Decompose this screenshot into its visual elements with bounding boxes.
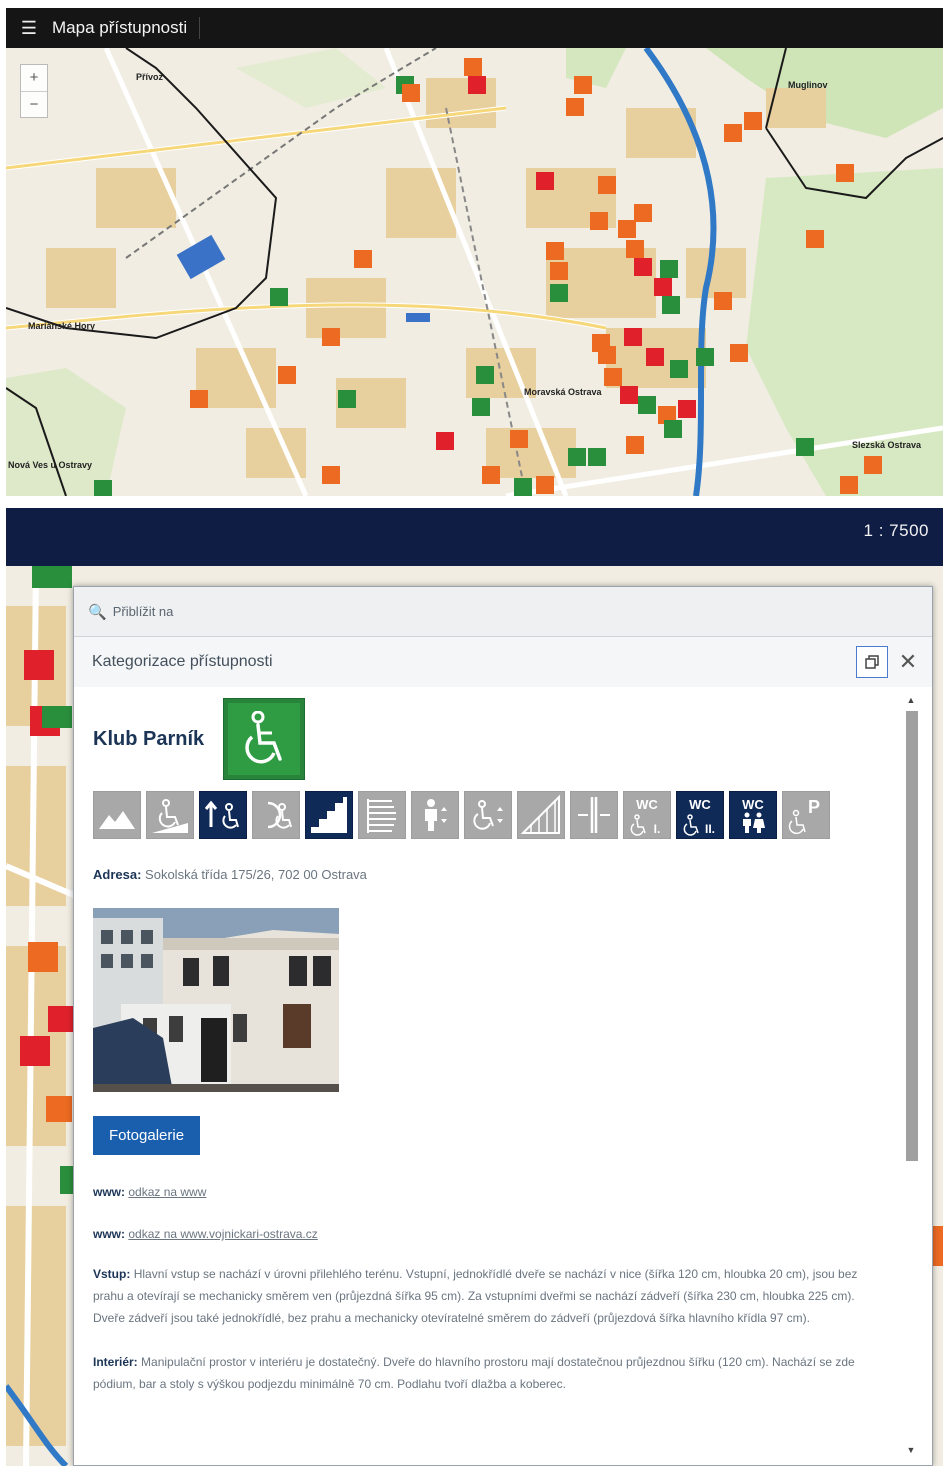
magnifier-icon: 🔍 xyxy=(88,603,107,621)
www-link-2[interactable]: odkaz na www.vojnickari-ostrava.cz xyxy=(128,1227,317,1241)
feature-popup: 🔍 Přiblížit na Kategorizace přístupnosti… xyxy=(73,586,933,1466)
popup-scrollbar[interactable]: ▲ ▼ xyxy=(904,695,918,1455)
place-name: Klub Parník xyxy=(93,727,205,750)
map-overview-screen: ☰ Mapa přístupnosti + − Přívoz Muglinov … xyxy=(6,8,943,496)
map-label: Slezská Ostrava xyxy=(852,440,922,450)
map-label: Moravská Ostrava xyxy=(524,387,603,397)
door-icon xyxy=(570,791,618,839)
entry-description: Vstup: Hlavní vstup se nachází v úrovni … xyxy=(93,1263,883,1329)
www-line-1: www: odkaz na www xyxy=(93,1185,894,1199)
accessibility-icons-row: WC I. WC II. WC P xyxy=(93,791,894,839)
zoom-to-link[interactable]: Přiblížit na xyxy=(113,604,174,619)
zoom-out-button[interactable]: − xyxy=(21,91,47,117)
wc-family-icon: WC xyxy=(729,791,777,839)
entrance-back-icon xyxy=(252,791,300,839)
zoom-in-button[interactable]: + xyxy=(21,65,47,91)
entry-text: Hlavní vstup se nachází v úrovni přilehl… xyxy=(93,1267,858,1325)
entry-label: Vstup: xyxy=(93,1267,131,1281)
entrance-up-icon xyxy=(199,791,247,839)
zoom-to-bar[interactable]: 🔍 Přiblížit na xyxy=(74,587,932,637)
scroll-down-icon[interactable]: ▼ xyxy=(904,1445,918,1455)
wc-family-label: WC xyxy=(742,797,764,812)
city-map[interactable]: Přívoz Muglinov Mariánské Hory Moravská … xyxy=(6,48,943,496)
close-icon[interactable]: ✕ xyxy=(892,646,924,678)
gallery-button[interactable]: Fotogalerie xyxy=(93,1116,201,1155)
interior-label: Interiér: xyxy=(93,1355,138,1369)
zoom-control: + − xyxy=(20,64,48,118)
elevator-wheelchair-icon xyxy=(464,791,512,839)
wc-two-icon: WC II. xyxy=(676,791,724,839)
popup-content: Klub Parník WC I. WC II. WC P Adresa: So… xyxy=(74,687,894,1466)
wc-one-label: WC xyxy=(636,797,658,812)
map-label: Mariánské Hory xyxy=(28,321,95,331)
interior-description: Interiér: Manipulační prostor v interiér… xyxy=(93,1351,883,1395)
wheelchair-ramp-icon xyxy=(146,791,194,839)
wc-one-icon: WC I. xyxy=(623,791,671,839)
scrollbar-thumb[interactable] xyxy=(906,711,918,1161)
screenshot-collage: ☰ Mapa přístupnosti + − Přívoz Muglinov … xyxy=(0,0,943,1466)
app-title: Mapa přístupnosti xyxy=(52,17,201,39)
www-label: www: xyxy=(93,1227,125,1241)
elevator-person-icon xyxy=(411,791,459,839)
stairs-icon xyxy=(305,791,353,839)
parking-icon: P xyxy=(782,791,830,839)
app-header: 1 : 7500 xyxy=(6,508,943,566)
wc-two-sub: II. xyxy=(705,822,715,836)
interior-text: Manipulační prostor v interiéru je dosta… xyxy=(93,1355,855,1391)
popup-titlebar: Kategorizace přístupnosti ✕ xyxy=(74,637,932,687)
parking-label: P xyxy=(808,797,820,817)
wc-two-label: WC xyxy=(689,797,711,812)
map-scale: 1 : 7500 xyxy=(863,521,929,540)
www-line-2: www: odkaz na www.vojnickari-ostrava.cz xyxy=(93,1227,894,1241)
staircase-icon xyxy=(358,791,406,839)
dock-icon[interactable] xyxy=(856,646,888,678)
detail-popup-screen: 1 : 7500 🔍 Přiblížit na Kategorizace pří… xyxy=(6,508,943,1466)
address-line: Adresa: Sokolská třída 175/26, 702 00 Os… xyxy=(93,867,894,882)
address-value: Sokolská třída 175/26, 702 00 Ostrava xyxy=(145,867,367,882)
headline: Klub Parník xyxy=(93,698,894,780)
map-label: Přívoz xyxy=(136,72,164,82)
map-label: Nová Ves u Ostravy xyxy=(8,460,92,470)
app-header: ☰ Mapa přístupnosti xyxy=(6,8,943,48)
popup-title: Kategorizace přístupnosti xyxy=(92,653,273,670)
platform-icon xyxy=(517,791,565,839)
www-label: www: xyxy=(93,1185,125,1199)
www-link-1[interactable]: odkaz na www xyxy=(128,1185,206,1199)
scroll-up-icon[interactable]: ▲ xyxy=(904,695,918,705)
address-label: Adresa: xyxy=(93,867,142,882)
hamburger-menu-icon[interactable]: ☰ xyxy=(6,8,52,48)
wheelchair-icon xyxy=(223,698,306,780)
building-photo[interactable] xyxy=(93,908,339,1092)
wc-one-sub: I. xyxy=(654,822,661,836)
terrain-icon xyxy=(93,791,141,839)
map-label: Muglinov xyxy=(788,80,828,90)
